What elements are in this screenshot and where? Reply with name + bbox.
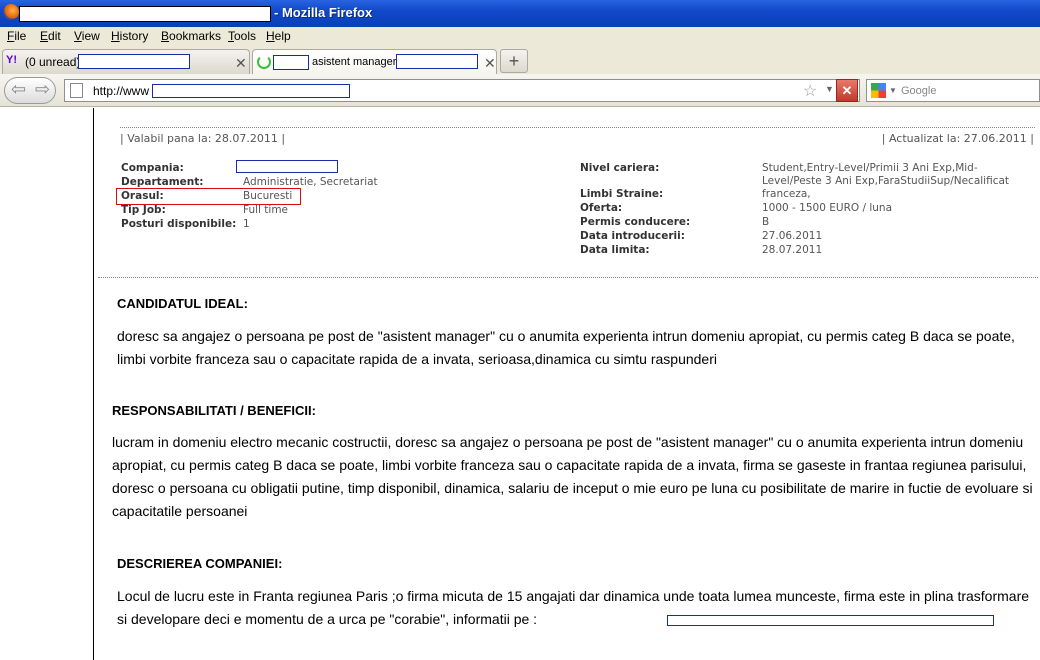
new-tab-button[interactable]: + bbox=[500, 49, 528, 73]
ideal-candidate-text: doresc sa angajez o persoana pe post de … bbox=[117, 328, 1015, 367]
tab-asistent-manager[interactable]: asistent manager ✕ bbox=[252, 49, 497, 74]
contact-redacted bbox=[667, 615, 994, 626]
close-icon[interactable]: ✕ bbox=[484, 55, 496, 72]
department-label: Departament: bbox=[121, 176, 204, 188]
divider bbox=[98, 277, 1038, 278]
positions-value: 1 bbox=[243, 218, 250, 230]
menu-file[interactable]: File bbox=[7, 29, 26, 43]
menu-tools[interactable]: Tools bbox=[228, 29, 256, 43]
page-icon bbox=[70, 83, 83, 98]
license-label: Permis conducere: bbox=[580, 216, 691, 228]
back-arrow-icon[interactable]: ⇦ bbox=[11, 79, 26, 100]
languages-label: Limbi Straine: bbox=[580, 188, 664, 200]
license-value: B bbox=[762, 216, 770, 228]
ideal-candidate-heading: CANDIDATUL IDEAL: bbox=[117, 296, 248, 311]
job-type-value: Full time bbox=[243, 204, 289, 216]
search-bar[interactable]: ▼ Google bbox=[866, 79, 1040, 102]
city-label: Orasul: bbox=[121, 190, 164, 202]
tab-label: (0 unread) bbox=[25, 55, 81, 69]
menu-edit[interactable]: Edit bbox=[40, 29, 61, 43]
stop-icon[interactable]: ✕ bbox=[836, 79, 858, 102]
career-level-value: Student,Entry-Level/Primii 3 Ani Exp,Mid… bbox=[762, 162, 1010, 187]
divider bbox=[120, 127, 1035, 128]
url-bar[interactable]: http://www ☆ ▼ bbox=[64, 79, 860, 102]
date-added-label: Data introducerii: bbox=[580, 230, 685, 242]
languages-value: franceza, bbox=[762, 188, 811, 200]
window-title: - Mozilla Firefox bbox=[274, 5, 373, 20]
tab-bar: Y! (0 unread) ✕ asistent manager ✕ + bbox=[0, 46, 1040, 74]
title-redacted bbox=[19, 6, 271, 22]
valid-until: | Valabil pana la: 28.07.2011 | bbox=[120, 132, 286, 145]
tab-redacted bbox=[396, 54, 478, 69]
menu-view[interactable]: View bbox=[74, 29, 100, 43]
yahoo-icon: Y! bbox=[6, 54, 17, 66]
search-placeholder: Google bbox=[901, 85, 937, 97]
company-label: Compania: bbox=[121, 162, 184, 174]
content-border bbox=[93, 108, 94, 660]
forward-arrow-icon[interactable]: ⇨ bbox=[35, 79, 50, 100]
tab-redacted bbox=[78, 54, 190, 69]
offer-label: Oferta: bbox=[580, 202, 623, 214]
tab-label: asistent manager bbox=[312, 56, 397, 68]
title-bar: - Mozilla Firefox bbox=[0, 0, 1040, 27]
updated-date: | Actualizat la: 27.06.2011 | bbox=[881, 132, 1034, 145]
loading-icon bbox=[257, 55, 271, 69]
bookmark-star-icon[interactable]: ☆ bbox=[803, 81, 817, 101]
google-icon bbox=[871, 83, 886, 98]
responsibilities-heading: RESPONSABILITATI / BENEFICII: bbox=[112, 403, 316, 418]
job-type-label: Tip Job: bbox=[121, 204, 166, 216]
company-description-heading: DESCRIEREA COMPANIEI: bbox=[117, 556, 283, 571]
url-redacted bbox=[152, 84, 350, 98]
responsibilities-text: lucram in domeniu electro mecanic costru… bbox=[112, 434, 1033, 519]
back-forward-buttons: ⇦ ⇨ bbox=[4, 77, 56, 104]
city-value: Bucuresti bbox=[243, 190, 293, 202]
menu-history[interactable]: History bbox=[111, 29, 148, 43]
close-icon[interactable]: ✕ bbox=[235, 55, 247, 72]
tab-yahoo[interactable]: Y! (0 unread) ✕ bbox=[2, 49, 250, 74]
tab-redacted bbox=[273, 55, 309, 70]
positions-label: Posturi disponibile: bbox=[121, 218, 237, 230]
dropdown-arrow-icon[interactable]: ▼ bbox=[889, 86, 897, 95]
dropdown-arrow-icon[interactable]: ▼ bbox=[825, 84, 834, 94]
deadline-value: 28.07.2011 bbox=[762, 244, 823, 256]
menu-help[interactable]: Help bbox=[266, 29, 291, 43]
menu-bar: File Edit View History Bookmarks Tools H… bbox=[0, 27, 1040, 46]
nav-toolbar: ⇦ ⇨ http://www ☆ ▼ ✕ ▼ Google bbox=[0, 74, 1040, 107]
career-level-label: Nivel cariera: bbox=[580, 162, 660, 174]
date-added-value: 27.06.2011 bbox=[762, 230, 823, 242]
url-text: http://www bbox=[93, 84, 150, 98]
firefox-logo-icon bbox=[3, 4, 19, 20]
deadline-label: Data limita: bbox=[580, 244, 650, 256]
menu-bookmarks[interactable]: Bookmarks bbox=[161, 29, 221, 43]
company-redacted bbox=[236, 160, 338, 173]
offer-value: 1000 - 1500 EURO / luna bbox=[762, 202, 892, 214]
